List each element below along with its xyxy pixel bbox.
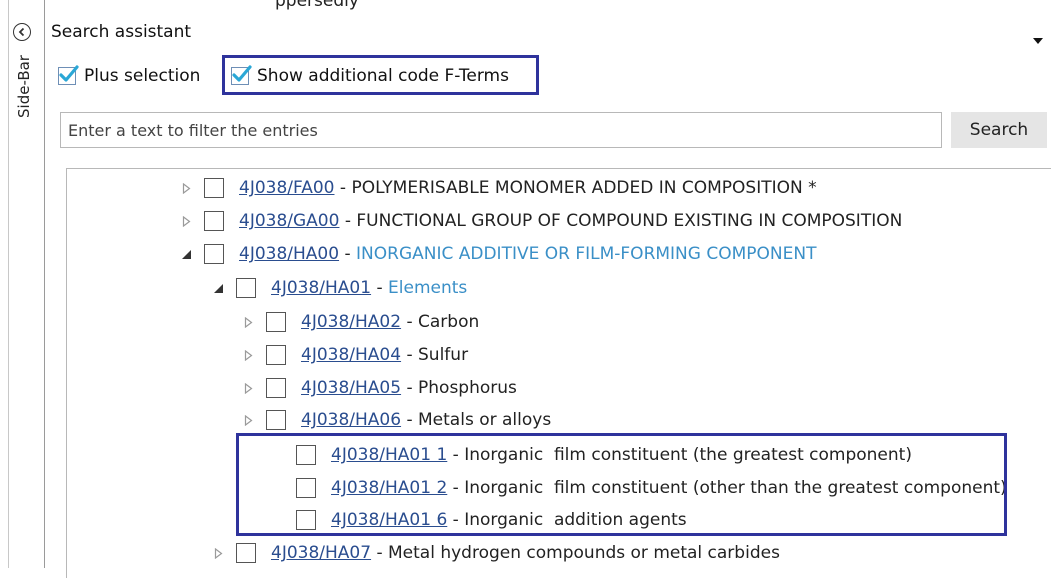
tree-item-checkbox[interactable]	[204, 178, 224, 198]
f-term-description: Metal hydrogen compounds or metal carbid…	[388, 543, 780, 563]
tree-row[interactable]: 4J038/HA00 - INORGANIC ADDITIVE OR FILM-…	[179, 240, 816, 268]
highlight-box-entries	[236, 433, 1007, 536]
f-term-description: Phosphorus	[418, 378, 517, 398]
separator: -	[401, 312, 419, 332]
tree-item-checkbox[interactable]	[266, 410, 286, 430]
tree-row[interactable]: 4J038/HA04 - Sulfur	[241, 341, 468, 369]
expand-arrow-icon[interactable]	[211, 546, 225, 560]
f-term-description: INORGANIC ADDITIVE OR FILM-FORMING COMPO…	[356, 244, 817, 264]
tree-item-checkbox[interactable]	[236, 543, 256, 563]
separator: -	[401, 410, 419, 430]
highlight-box-option	[222, 55, 539, 95]
tree-row[interactable]: 4J038/HA02 - Carbon	[241, 308, 479, 336]
separator: -	[371, 278, 389, 298]
separator: -	[401, 378, 419, 398]
f-term-description: Elements	[388, 278, 468, 298]
tree-item-checkbox[interactable]	[236, 278, 256, 298]
separator: -	[334, 178, 352, 198]
collapse-arrow-icon[interactable]	[179, 247, 193, 261]
panel-title: Search assistant	[51, 22, 192, 42]
separator: -	[339, 211, 357, 231]
tree-row[interactable]: 4J038/HA01 - Elements	[211, 274, 467, 302]
cut-off-top-text: ppersedly	[275, 0, 359, 11]
f-term-description: POLYMERISABLE MONOMER ADDED IN COMPOSITI…	[351, 178, 817, 198]
f-term-code-link[interactable]: 4J038/HA07	[271, 543, 371, 563]
f-term-description: FUNCTIONAL GROUP OF COMPOUND EXISTING IN…	[356, 211, 903, 231]
f-term-code-link[interactable]: 4J038/HA06	[301, 410, 401, 430]
expand-arrow-icon[interactable]	[179, 214, 193, 228]
separator: -	[371, 543, 389, 563]
expand-arrow-icon[interactable]	[241, 413, 255, 427]
f-term-description: Sulfur	[418, 345, 469, 365]
expand-arrow-icon[interactable]	[241, 348, 255, 362]
chevron-left-circle-icon[interactable]	[13, 23, 31, 41]
filter-input[interactable]	[60, 112, 942, 148]
side-bar: Side-Bar	[0, 0, 45, 568]
f-term-code-link[interactable]: 4J038/HA00	[239, 244, 339, 264]
f-term-code-link[interactable]: 4J038/HA04	[301, 345, 401, 365]
tree-row[interactable]: 4J038/HA06 - Metals or alloys	[241, 406, 551, 434]
f-term-code-link[interactable]: 4J038/HA01	[271, 278, 371, 298]
separator: -	[401, 345, 419, 365]
expand-arrow-icon[interactable]	[179, 181, 193, 195]
tree-item-checkbox[interactable]	[204, 244, 224, 264]
tree-item-checkbox[interactable]	[266, 378, 286, 398]
separator: -	[339, 244, 357, 264]
expand-arrow-icon[interactable]	[241, 315, 255, 329]
search-button[interactable]: Search	[951, 112, 1047, 148]
collapse-arrow-icon[interactable]	[211, 281, 225, 295]
f-term-description: Metals or alloys	[418, 410, 552, 430]
tree-item-checkbox[interactable]	[204, 211, 224, 231]
sidebar-inner-border	[8, 0, 9, 568]
f-term-description: Carbon	[418, 312, 480, 332]
f-term-code-link[interactable]: 4J038/HA05	[301, 378, 401, 398]
tree-row[interactable]: 4J038/HA05 - Phosphorus	[241, 374, 517, 402]
sidebar-label[interactable]: Side-Bar	[14, 42, 34, 132]
plus-selection-checkbox[interactable]	[58, 65, 79, 85]
tree-item-checkbox[interactable]	[266, 312, 286, 332]
tree-row[interactable]: 4J038/FA00 - POLYMERISABLE MONOMER ADDED…	[179, 174, 817, 202]
tree-row[interactable]: 4J038/HA07 - Metal hydrogen compounds or…	[211, 539, 780, 567]
tree-row[interactable]: 4J038/GA00 - FUNCTIONAL GROUP OF COMPOUN…	[179, 207, 902, 235]
f-term-code-link[interactable]: 4J038/GA00	[239, 211, 339, 231]
f-term-code-link[interactable]: 4J038/HA02	[301, 312, 401, 332]
sidebar-divider	[44, 0, 45, 568]
tree-item-checkbox[interactable]	[266, 345, 286, 365]
expand-arrow-icon[interactable]	[241, 381, 255, 395]
plus-selection-label: Plus selection	[84, 66, 201, 86]
caret-down-icon[interactable]	[1032, 30, 1044, 49]
plus-selection-option[interactable]: Plus selection	[58, 60, 200, 92]
f-term-code-link[interactable]: 4J038/FA00	[239, 178, 334, 198]
